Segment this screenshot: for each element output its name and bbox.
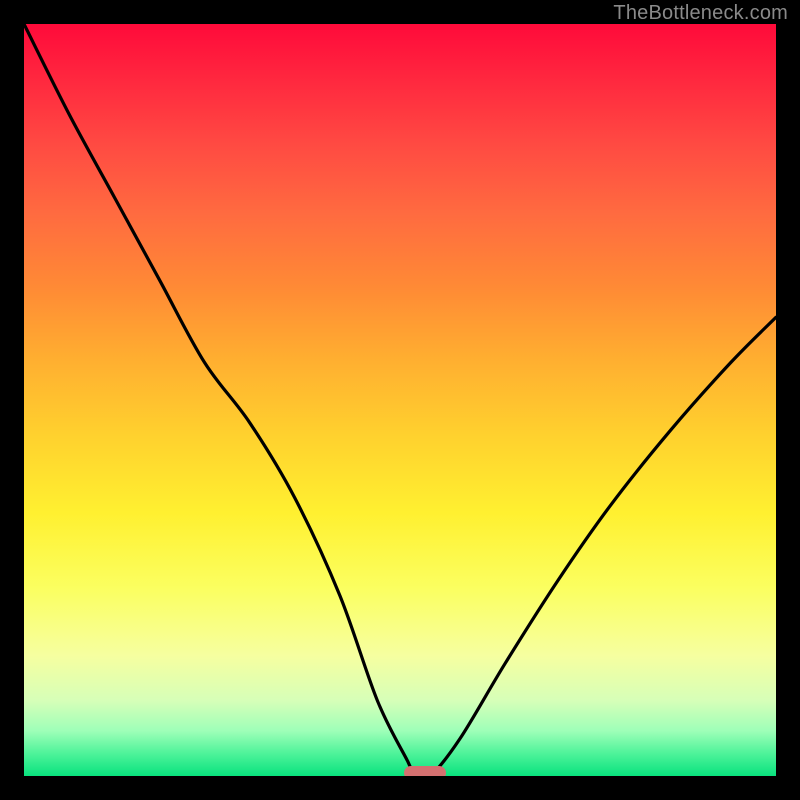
curve-path (24, 24, 776, 776)
chart-frame: TheBottleneck.com (0, 0, 800, 800)
bottleneck-curve (24, 24, 776, 776)
watermark-text: TheBottleneck.com (613, 2, 788, 25)
plot-area (24, 24, 776, 776)
min-marker (404, 766, 446, 776)
